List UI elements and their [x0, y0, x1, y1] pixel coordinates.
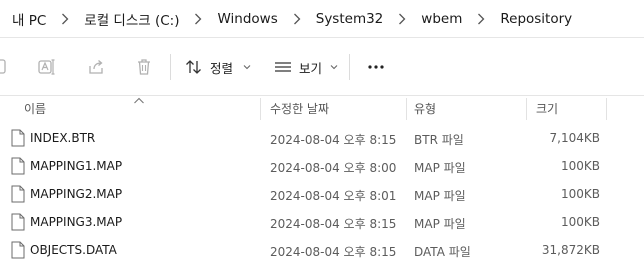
- file-date: 2024-08-04 오후 8:00: [270, 161, 397, 175]
- sort-ascending-icon: [133, 94, 145, 104]
- file-name: OBJECTS.DATA: [30, 243, 117, 257]
- file-name: MAPPING1.MAP: [30, 159, 123, 173]
- column-divider[interactable]: [526, 98, 527, 120]
- column-header-name[interactable]: 이름: [24, 100, 46, 118]
- file-type: MAP 파일: [414, 161, 466, 175]
- column-header-row: 이름 수정한 날짜 유형 크기: [0, 96, 644, 122]
- delete-icon[interactable]: [134, 57, 154, 77]
- breadcrumb-item-this-pc[interactable]: 내 PC: [8, 7, 50, 31]
- column-header-type[interactable]: 유형: [414, 100, 436, 118]
- copy-icon[interactable]: [0, 57, 11, 77]
- toolbar-divider: [170, 54, 171, 80]
- sort-label: 정렬: [210, 60, 234, 76]
- file-row[interactable]: MAPPING2.MAP 2024-08-04 오후 8:01 MAP 파일 1…: [0, 181, 644, 209]
- file-row[interactable]: MAPPING3.MAP 2024-08-04 오후 8:15 MAP 파일 1…: [0, 209, 644, 237]
- file-row[interactable]: OBJECTS.DATA 2024-08-04 오후 8:15 DATA 파일 …: [0, 237, 644, 265]
- more-icon: [366, 58, 386, 76]
- chevron-right-icon[interactable]: [466, 13, 496, 25]
- chevron-down-icon: [330, 64, 338, 70]
- breadcrumb-item-system32[interactable]: System32: [312, 9, 388, 29]
- column-divider[interactable]: [406, 98, 407, 120]
- chevron-right-icon[interactable]: [282, 13, 312, 25]
- file-icon: [11, 157, 25, 175]
- file-type: MAP 파일: [414, 217, 466, 231]
- file-row[interactable]: INDEX.BTR 2024-08-04 오후 8:15 BTR 파일 7,10…: [0, 125, 644, 153]
- file-size: 31,872KB: [541, 243, 600, 257]
- file-name: MAPPING3.MAP: [30, 215, 123, 229]
- file-size: 100KB: [560, 187, 600, 201]
- file-type: MAP 파일: [414, 189, 466, 203]
- file-icon: [11, 241, 25, 259]
- breadcrumb-item-wbem[interactable]: wbem: [417, 9, 466, 29]
- share-icon[interactable]: [86, 57, 106, 77]
- file-date: 2024-08-04 오후 8:15: [270, 245, 397, 259]
- rename-icon[interactable]: [37, 57, 57, 77]
- file-name: INDEX.BTR: [30, 131, 96, 145]
- command-toolbar: 정렬 보기: [0, 38, 644, 96]
- column-header-size[interactable]: 크기: [536, 100, 558, 118]
- breadcrumb-item-repository[interactable]: Repository: [496, 9, 576, 29]
- sort-button[interactable]: 정렬: [184, 55, 251, 79]
- view-label: 보기: [299, 60, 323, 76]
- file-type: BTR 파일: [414, 133, 464, 147]
- chevron-right-icon[interactable]: [387, 13, 417, 25]
- breadcrumb-item-windows[interactable]: Windows: [213, 9, 281, 29]
- file-row[interactable]: MAPPING1.MAP 2024-08-04 오후 8:00 MAP 파일 1…: [0, 153, 644, 181]
- sort-icon: [184, 58, 204, 76]
- file-icon: [11, 213, 25, 231]
- file-size: 7,104KB: [549, 131, 600, 145]
- file-type: DATA 파일: [414, 245, 471, 259]
- file-icon: [11, 129, 25, 147]
- file-date: 2024-08-04 오후 8:01: [270, 189, 397, 203]
- file-size: 100KB: [560, 159, 600, 173]
- view-icon: [273, 58, 293, 76]
- file-date: 2024-08-04 오후 8:15: [270, 217, 397, 231]
- toolbar-divider: [349, 54, 350, 80]
- column-divider[interactable]: [260, 98, 261, 120]
- file-name: MAPPING2.MAP: [30, 187, 123, 201]
- view-button[interactable]: 보기: [273, 55, 338, 79]
- file-icon: [11, 185, 25, 203]
- more-options-button[interactable]: [366, 55, 386, 79]
- file-date: 2024-08-04 오후 8:15: [270, 133, 397, 147]
- breadcrumb: 내 PC 로컬 디스크 (C:) Windows System32 wbem R…: [0, 0, 644, 38]
- column-divider[interactable]: [606, 98, 607, 120]
- column-header-date[interactable]: 수정한 날짜: [270, 100, 329, 118]
- breadcrumb-item-local-disk[interactable]: 로컬 디스크 (C:): [80, 7, 183, 31]
- file-size: 100KB: [560, 215, 600, 229]
- chevron-right-icon[interactable]: [183, 13, 213, 25]
- chevron-right-icon[interactable]: [50, 13, 80, 25]
- chevron-down-icon: [243, 64, 251, 70]
